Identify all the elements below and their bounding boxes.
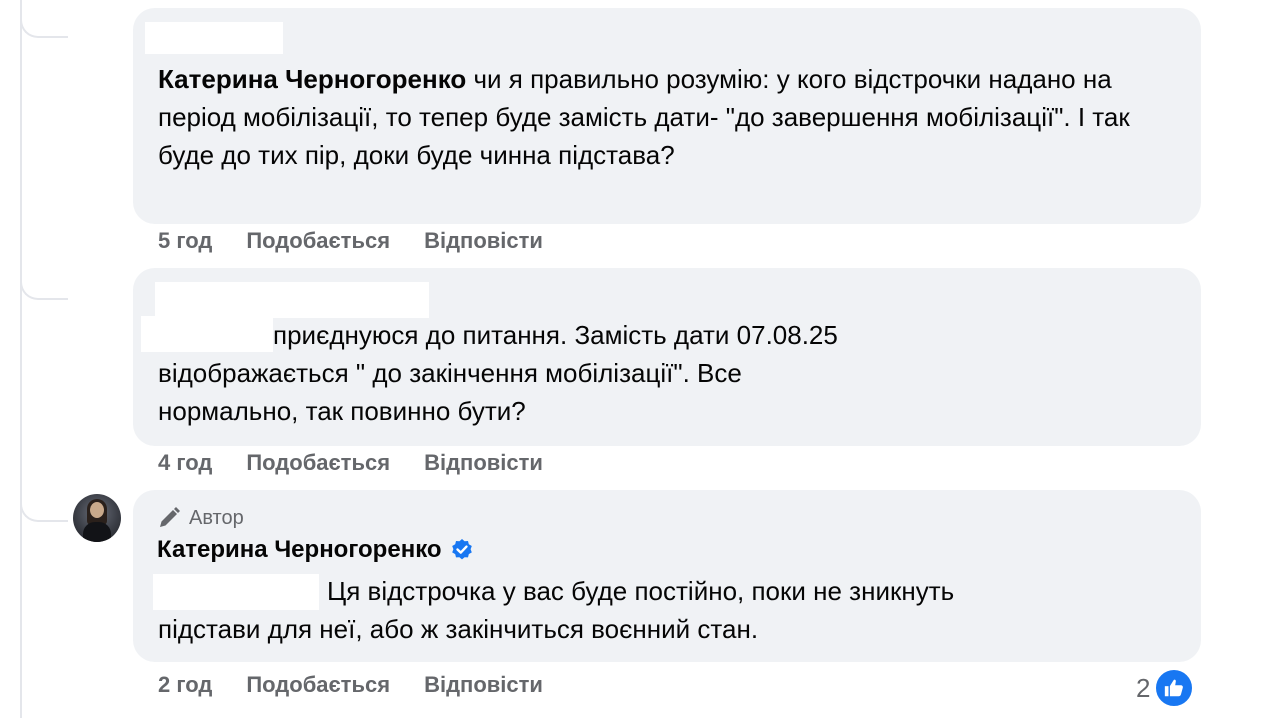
reaction-summary[interactable]: 2	[1136, 668, 1195, 708]
comment-author: Катерина Черногоренко	[157, 536, 474, 564]
reply-button[interactable]: Відповісти	[424, 228, 543, 254]
thread-branch	[20, 484, 68, 522]
comment-bubble: Автор Катерина Черногоренко Ця відстрочк…	[133, 490, 1201, 662]
comment-actions: 4 год Подобається Відповісти	[158, 450, 577, 476]
thread-branch	[20, 262, 68, 300]
author-badge-label: Автор	[189, 506, 244, 529]
thread-line	[20, 0, 22, 718]
redacted-block	[155, 282, 429, 318]
comment-timestamp[interactable]: 2 год	[158, 672, 212, 698]
thumbs-up-icon	[1154, 668, 1195, 708]
comment-text-rest: підстави для неї, або ж закінчиться воєн…	[158, 614, 759, 644]
reply-button[interactable]: Відповісти	[424, 672, 543, 698]
comment-text-line1: приєднуюся до питання. Замість дати 07.0…	[273, 320, 838, 350]
pencil-icon	[160, 507, 180, 527]
like-button[interactable]: Подобається	[246, 228, 390, 254]
comment-actions: 5 год Подобається Відповісти	[158, 228, 577, 254]
like-button[interactable]: Подобається	[246, 450, 390, 476]
redacted-block	[141, 316, 273, 352]
thread-branch	[20, 0, 68, 38]
like-button[interactable]: Подобається	[246, 672, 390, 698]
redacted-block	[145, 22, 283, 54]
reaction-count: 2	[1136, 672, 1151, 703]
avatar[interactable]	[73, 494, 121, 542]
comment-text-rest: відображається " до закінчення мобілізац…	[158, 358, 742, 426]
redacted-block	[153, 574, 319, 610]
comment-bubble: приєднуюся до питання. Замість дати 07.0…	[133, 268, 1201, 446]
comment-timestamp[interactable]: 5 год	[158, 228, 212, 254]
author-badge: Автор	[157, 506, 244, 530]
comment-author-name[interactable]: Катерина Черногоренко	[158, 64, 466, 94]
verified-badge-icon	[451, 539, 472, 560]
comment-author-name[interactable]: Катерина Черногоренко	[157, 536, 442, 564]
reply-button[interactable]: Відповісти	[424, 450, 543, 476]
comment-bubble: Катерина Черногоренко чи я правильно роз…	[133, 8, 1201, 224]
comment-text: Катерина Черногоренко чи я правильно роз…	[158, 60, 1161, 174]
comment-actions: 2 год Подобається Відповісти	[158, 672, 577, 698]
comment-text-line1: Ця відстрочка у вас буде постійно, поки …	[327, 576, 955, 606]
comment-timestamp[interactable]: 4 год	[158, 450, 212, 476]
